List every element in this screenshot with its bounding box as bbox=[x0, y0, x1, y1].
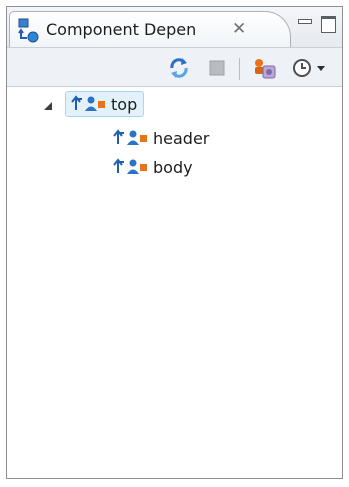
tree-node-header[interactable]: header bbox=[111, 125, 209, 151]
toolbar-separator bbox=[239, 58, 240, 80]
component-dependency-icon bbox=[111, 128, 149, 148]
tree-node-label: top bbox=[111, 94, 138, 114]
components-filter-icon[interactable] bbox=[251, 56, 276, 80]
tree-node-top[interactable]: top bbox=[65, 91, 145, 117]
tree-node-label: header bbox=[153, 128, 210, 148]
tree-node-body[interactable]: body bbox=[111, 154, 193, 180]
component-dependency-icon bbox=[69, 94, 107, 114]
refresh-icon[interactable] bbox=[167, 56, 191, 80]
history-dropdown-icon[interactable] bbox=[291, 56, 331, 80]
view-toolbar bbox=[7, 47, 342, 87]
component-dependency-icon bbox=[16, 17, 42, 43]
tab-title: Component Depen bbox=[46, 20, 197, 39]
component-dependencies-view: Component Depen ✕ top header body bbox=[6, 6, 343, 479]
stop-icon[interactable] bbox=[205, 56, 229, 80]
view-tab-bar: Component Depen ✕ bbox=[7, 7, 342, 47]
view-window-controls bbox=[296, 15, 336, 33]
expand-arrow-icon[interactable] bbox=[43, 99, 53, 110]
dependency-tree: top header body bbox=[7, 88, 342, 478]
component-dependency-icon bbox=[111, 157, 149, 177]
close-icon[interactable]: ✕ bbox=[232, 19, 246, 39]
maximize-icon[interactable] bbox=[320, 15, 336, 33]
tree-node-label: body bbox=[153, 157, 193, 177]
tab-component-dependencies[interactable]: Component Depen ✕ bbox=[9, 11, 291, 47]
minimize-icon[interactable] bbox=[296, 15, 312, 31]
